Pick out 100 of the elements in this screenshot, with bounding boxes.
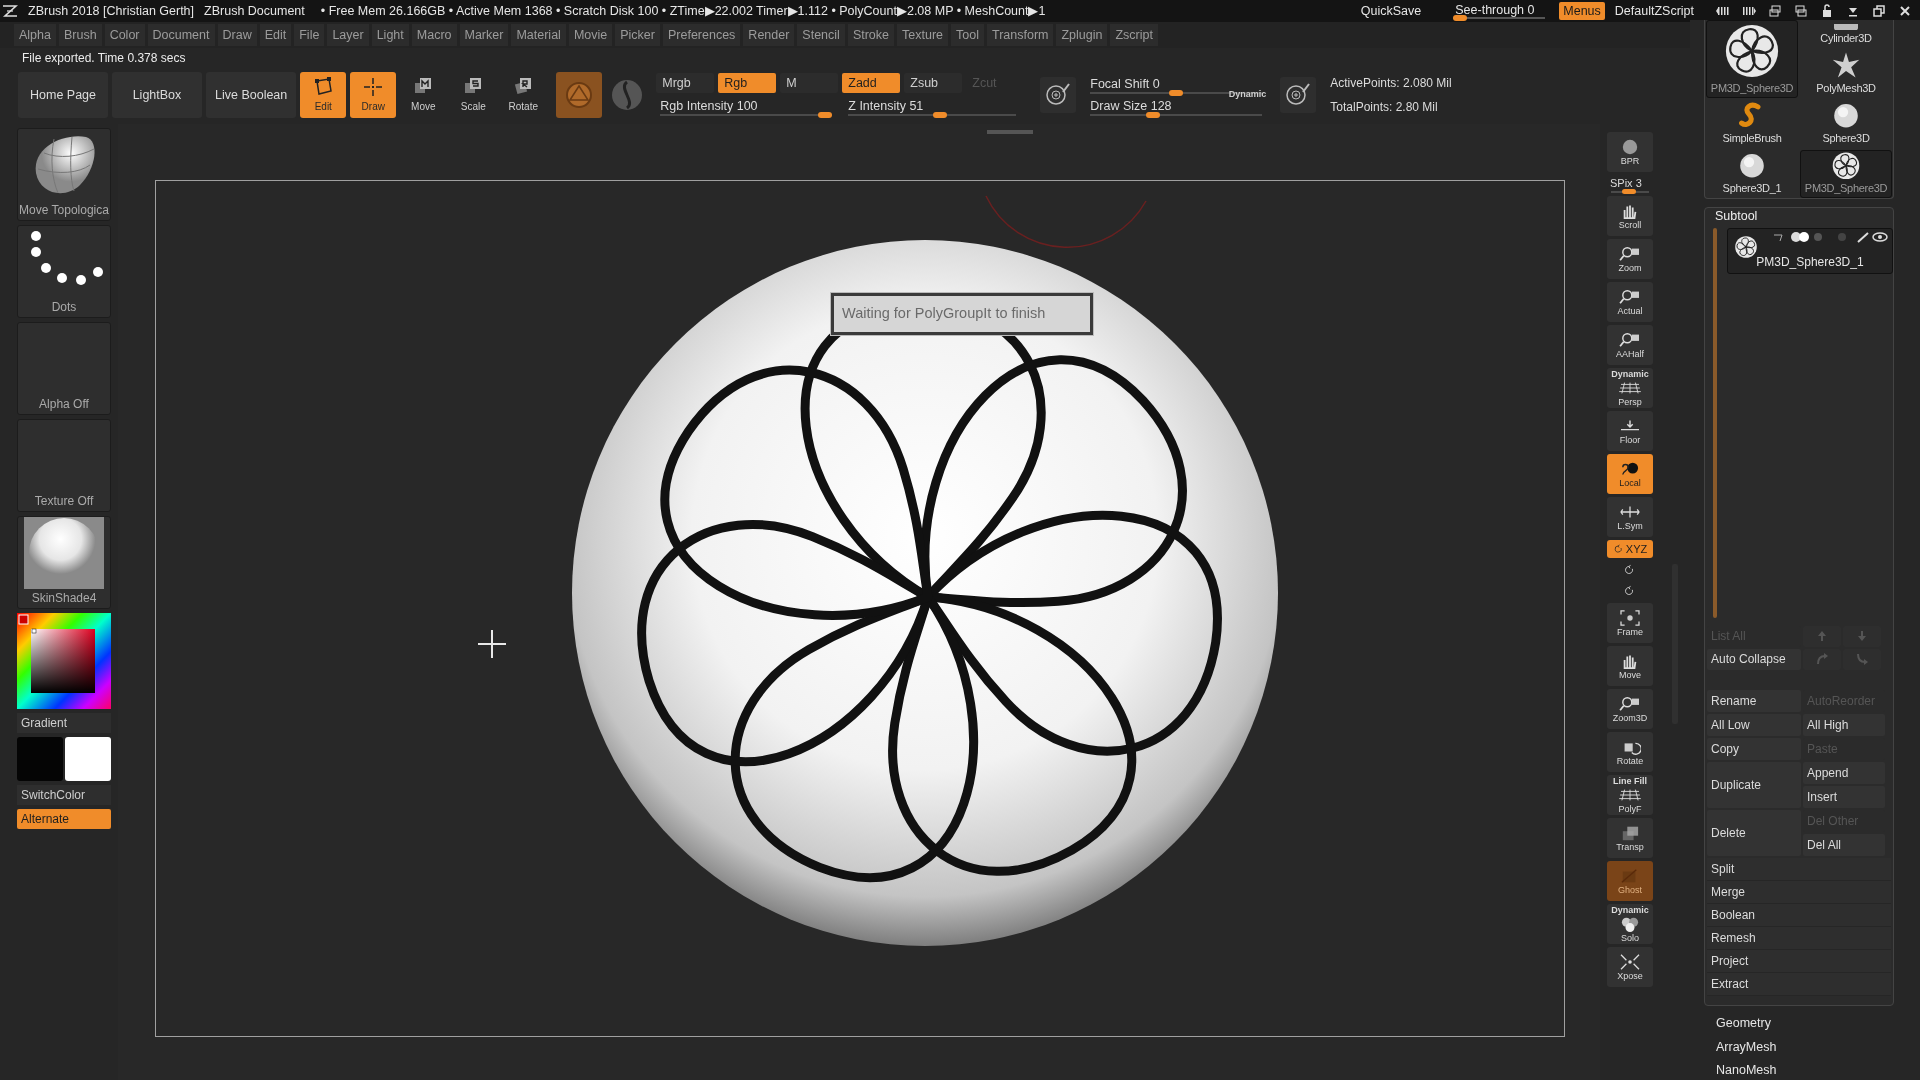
- thumbnail-card[interactable]: Dots: [17, 225, 111, 318]
- list-button[interactable]: Auto Collapse: [1707, 648, 1801, 670]
- document-canvas[interactable]: Waiting for PolyGroupIt to finish: [155, 180, 1565, 1037]
- view-button[interactable]: Zoom: [1607, 239, 1653, 279]
- canvas-scroll-handle[interactable]: [987, 130, 1033, 134]
- palette-header[interactable]: ArrayMesh: [1716, 1037, 1894, 1057]
- tool-thumbnail[interactable]: Sphere3D_1: [1706, 149, 1798, 198]
- tool-thumbnail[interactable]: PM3D_Sphere3D: [1706, 20, 1798, 98]
- menu-item[interactable]: Marker: [459, 24, 509, 46]
- windows-right-icon[interactable]: [1794, 4, 1808, 18]
- tool-thumbnail[interactable]: PolyMesh3D: [1800, 49, 1892, 98]
- bars-right-icon[interactable]: [1742, 4, 1756, 18]
- view-button[interactable]: L.Sym: [1607, 497, 1653, 537]
- alternate-button[interactable]: Alternate: [17, 809, 111, 829]
- color-picker[interactable]: [17, 613, 111, 709]
- menu-item[interactable]: Render: [743, 24, 795, 46]
- menu-item[interactable]: Macro: [411, 24, 457, 46]
- tool-thumbnail[interactable]: SimpleBrush: [1706, 99, 1798, 148]
- view-button[interactable]: Local: [1607, 454, 1653, 494]
- menu-item[interactable]: Transform: [986, 24, 1054, 46]
- close-icon[interactable]: [1898, 4, 1912, 18]
- view-button[interactable]: Move: [1607, 646, 1653, 686]
- tool-button[interactable]: Rotate: [500, 72, 547, 118]
- mode-toggle[interactable]: Mrgb: [656, 73, 715, 93]
- mode-toggle[interactable]: Zadd: [842, 73, 901, 93]
- view-button[interactable]: Floor: [1607, 411, 1653, 451]
- focal-icon[interactable]: [1045, 82, 1072, 108]
- subtool-button[interactable]: Copy: [1707, 737, 1801, 760]
- tool-button[interactable]: Scale: [450, 72, 497, 118]
- menu-item[interactable]: Document: [147, 24, 215, 46]
- subtool-button[interactable]: Delete: [1707, 809, 1801, 856]
- shelf-button[interactable]: Live Boolean: [206, 72, 297, 118]
- focal-icon[interactable]: [1285, 82, 1312, 108]
- subtool-item[interactable]: PM3D_Sphere3D_1: [1726, 227, 1893, 274]
- menu-item[interactable]: Material: [511, 24, 566, 46]
- menu-item[interactable]: Draw: [217, 24, 257, 46]
- restore-icon[interactable]: [1872, 4, 1886, 18]
- menu-item[interactable]: Stencil: [797, 24, 845, 46]
- menu-item[interactable]: Stroke: [847, 24, 895, 46]
- menu-item[interactable]: Layer: [327, 24, 369, 46]
- subtool-controls-icon[interactable]: [1772, 230, 1890, 243]
- subtool-button[interactable]: Append: [1803, 761, 1885, 784]
- palette-header[interactable]: Geometry: [1716, 1013, 1894, 1033]
- view-button[interactable]: Actual: [1607, 282, 1653, 322]
- thumbnail-card[interactable]: Move Topologica: [17, 128, 111, 221]
- palette-header[interactable]: NanoMesh: [1716, 1061, 1894, 1080]
- windows-left-icon[interactable]: [1768, 4, 1782, 18]
- tool-button[interactable]: Edit: [300, 72, 347, 118]
- view-button[interactable]: Transp: [1607, 818, 1653, 858]
- value-slider[interactable]: Rgb Intensity 100: [656, 95, 837, 117]
- switch-color-button[interactable]: SwitchColor: [17, 785, 111, 805]
- menu-item[interactable]: Preferences: [662, 24, 741, 46]
- quicksave-button[interactable]: QuickSave: [1356, 1, 1426, 21]
- view-button[interactable]: BPR: [1607, 132, 1653, 172]
- thumbnail-card[interactable]: Alpha Off: [17, 322, 111, 415]
- tool-button[interactable]: Move: [400, 72, 447, 118]
- menu-item[interactable]: Alpha: [14, 24, 56, 46]
- dynamic-label[interactable]: Dynamic: [1228, 87, 1267, 101]
- shelf-button[interactable]: Home Page: [18, 72, 108, 118]
- view-button[interactable]: Rotate: [1607, 732, 1653, 772]
- view-button[interactable]: Zoom3D: [1607, 689, 1653, 729]
- menu-item[interactable]: Edit: [259, 24, 292, 46]
- subtool-button[interactable]: Duplicate: [1707, 761, 1801, 808]
- subtool-list-scrollbar[interactable]: [1713, 227, 1717, 618]
- view-button[interactable]: Dynamic Persp: [1607, 368, 1653, 408]
- tool-button[interactable]: Draw: [350, 72, 397, 118]
- menu-item[interactable]: Movie: [568, 24, 613, 46]
- thumbnail-card[interactable]: Texture Off: [17, 419, 111, 512]
- menu-item[interactable]: File: [294, 24, 325, 46]
- subtool-button[interactable]: All Low: [1707, 713, 1801, 736]
- gradient-toggle[interactable]: Gradient: [17, 713, 111, 733]
- spix-slider[interactable]: SPix 3: [1605, 175, 1655, 193]
- view-button[interactable]: Xpose: [1607, 947, 1653, 987]
- menu-item[interactable]: Light: [371, 24, 409, 46]
- secondary-color-swatch[interactable]: [65, 737, 111, 781]
- view-button[interactable]: Dynamic Solo: [1607, 904, 1653, 944]
- primary-color-swatch[interactable]: [17, 737, 63, 781]
- subtool-button[interactable]: Rename: [1707, 689, 1801, 712]
- menu-item[interactable]: Tool: [951, 24, 984, 46]
- mode-toggle[interactable]: Rgb: [718, 73, 777, 93]
- shelf-button[interactable]: LightBox: [112, 72, 202, 118]
- sphere-model-drawing[interactable]: [572, 240, 1278, 946]
- thumbnail-card[interactable]: SkinShade4: [17, 516, 111, 609]
- menu-item[interactable]: Picker: [615, 24, 660, 46]
- material-button-icon[interactable]: [556, 72, 603, 118]
- bars-left-icon[interactable]: [1716, 4, 1730, 18]
- value-slider[interactable]: Z Intensity 51: [844, 95, 1021, 117]
- menu-item[interactable]: Zscript: [1110, 24, 1158, 46]
- menus-button[interactable]: Menus: [1559, 2, 1605, 20]
- mode-toggle[interactable]: Zsub: [904, 73, 963, 93]
- menu-item[interactable]: Zplugin: [1056, 24, 1108, 46]
- view-button[interactable]: Line Fill PolyF: [1607, 775, 1653, 815]
- view-button[interactable]: XYZ: [1607, 540, 1653, 558]
- tool-thumbnail[interactable]: Cylinder3D: [1800, 20, 1892, 48]
- tool-thumbnail[interactable]: PM3D_Sphere3D: [1800, 149, 1892, 198]
- menu-item[interactable]: Brush: [59, 24, 102, 46]
- view-button[interactable]: AAHalf: [1607, 325, 1653, 365]
- subtool-button[interactable]: All High: [1803, 713, 1885, 736]
- tool-thumbnail[interactable]: Sphere3D: [1800, 99, 1892, 148]
- menu-item[interactable]: Texture: [897, 24, 949, 46]
